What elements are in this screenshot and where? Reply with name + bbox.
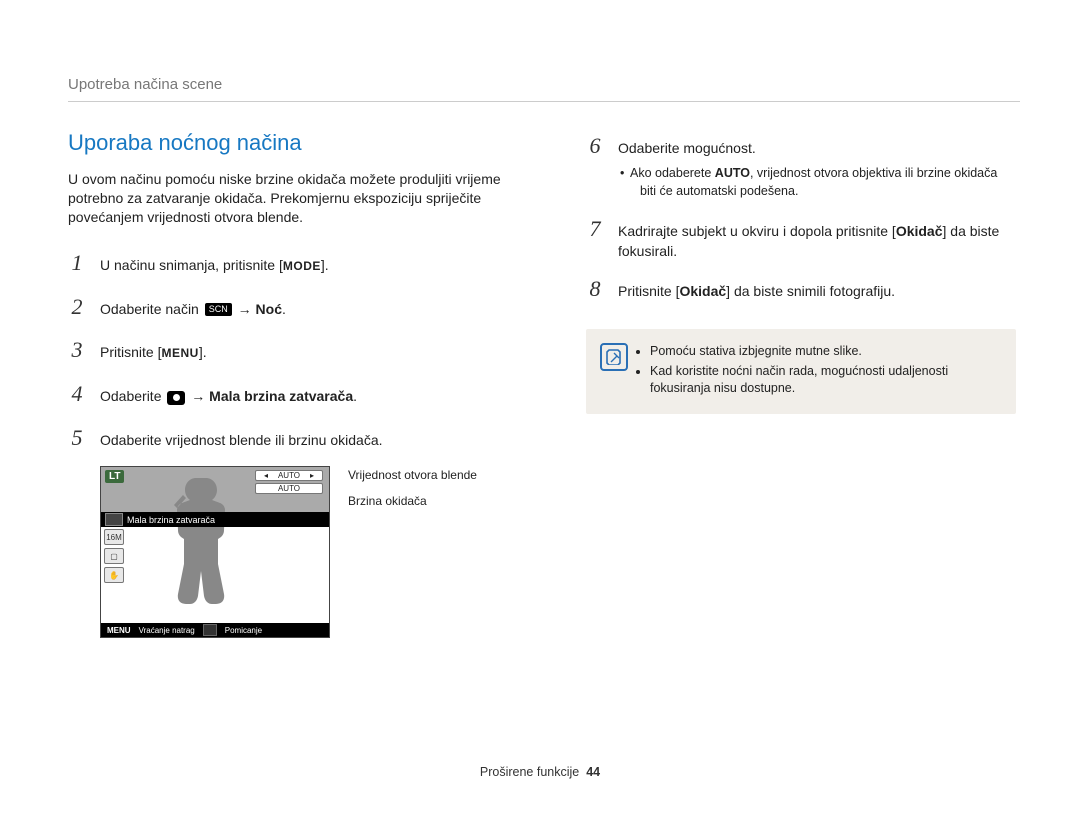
- step-number: 3: [68, 334, 86, 366]
- stabilizer-icon: ✋: [104, 567, 124, 583]
- lcd-screen: LT ◂AUTO▸ AUTO Mala brzina zatvarača: [100, 466, 330, 638]
- note-icon: [600, 343, 628, 371]
- step-1-text: U načinu snimanja, pritisnite [MODE].: [100, 255, 538, 275]
- steps-list-left: 1 U načinu snimanja, pritisnite [MODE]. …: [68, 247, 538, 454]
- info-item-1: Pomoću stativa izbjegnite mutne slike.: [650, 343, 1000, 361]
- breadcrumb: Upotreba načina scene: [68, 76, 1020, 102]
- back-label: Vraćanje natrag: [139, 626, 195, 635]
- callout-shutter: Brzina okidača: [348, 494, 427, 508]
- resolution-icon: 16M: [104, 529, 124, 545]
- lcd-figure: LT ◂AUTO▸ AUTO Mala brzina zatvarača: [100, 466, 538, 638]
- scn-icon: SCN: [205, 303, 232, 316]
- info-note-box: Pomoću stativa izbjegnite mutne slike. K…: [586, 329, 1016, 414]
- steps-list-right: 6 Odaberite mogućnost. Ako odaberete AUT…: [586, 130, 1016, 305]
- aperture-auto-pill: ◂AUTO▸: [255, 470, 323, 481]
- step-2-text: Odaberite način SCN → Noć.: [100, 299, 538, 319]
- move-label: Pomicanje: [225, 626, 262, 635]
- nav-icon: [203, 624, 217, 636]
- step-number: 4: [68, 378, 86, 410]
- figure-callouts: Vrijednost otvora blende Brzina okidača: [348, 466, 477, 638]
- lt-badge: LT: [105, 470, 124, 483]
- person-silhouette-icon: [161, 473, 251, 623]
- metering-icon: ▢: [104, 548, 124, 564]
- menu-label-small: MENU: [107, 626, 131, 635]
- lcd-setting-bar: Mala brzina zatvarača: [101, 512, 329, 527]
- step-number: 2: [68, 291, 86, 323]
- page-title: Uporaba noćnog načina: [68, 130, 538, 156]
- step-3-text: Pritisnite [MENU].: [100, 342, 538, 362]
- step-number: 5: [68, 422, 86, 454]
- lcd-side-icons: 16M ▢ ✋: [104, 529, 124, 583]
- step-7-text: Kadrirajte subjekt u okviru i dopola pri…: [618, 221, 1016, 262]
- step-8-text: Pritisnite [Okidač] da biste snimili fot…: [618, 281, 1016, 301]
- step-number: 8: [586, 273, 604, 305]
- grid-icon: [105, 513, 123, 526]
- step-number: 1: [68, 247, 86, 279]
- intro-paragraph: U ovom načinu pomoću niske brzine okidač…: [68, 170, 538, 227]
- mode-label: MODE: [283, 258, 321, 275]
- lcd-bottom-bar: MENU Vraćanje natrag Pomicanje: [101, 623, 329, 637]
- page-footer: Proširene funkcije 44: [0, 765, 1080, 779]
- step-6-note: Ako odaberete AUTO, vrijednost otvora ob…: [630, 164, 1016, 200]
- step-4-text: Odaberite → Mala brzina zatvarača.: [100, 386, 538, 406]
- step-6-text: Odaberite mogućnost. Ako odaberete AUTO,…: [618, 138, 1016, 201]
- step-5-text: Odaberite vrijednost blende ili brzinu o…: [100, 430, 538, 450]
- camera-icon: [167, 391, 185, 405]
- step-number: 6: [586, 130, 604, 162]
- info-item-2: Kad koristite noćni način rada, mogućnos…: [650, 363, 1000, 398]
- step-number: 7: [586, 213, 604, 245]
- callout-aperture: Vrijednost otvora blende: [348, 468, 477, 482]
- menu-label: MENU: [161, 345, 198, 362]
- shutter-auto-pill: AUTO: [255, 483, 323, 494]
